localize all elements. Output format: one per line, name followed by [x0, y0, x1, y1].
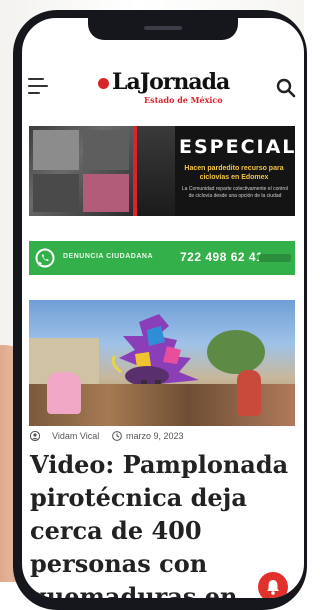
special-banner[interactable]: ESPECIAL Hacen pardedito recurso para ci…	[29, 126, 295, 216]
site-logo[interactable]: LaJornada Estado de México	[96, 68, 252, 108]
whatsapp-report-bar[interactable]: DENUNCIA CIUDADANA 722 498 62 41	[29, 241, 295, 275]
logo-text: LaJornada	[112, 69, 230, 95]
speaker-grille	[144, 26, 182, 30]
article-image[interactable]	[29, 300, 295, 426]
person-in-pink	[47, 372, 81, 414]
whatsapp-phone-number: 722 498 62 41	[180, 250, 264, 264]
banner-title: ESPECIAL	[179, 136, 295, 158]
article-headline[interactable]: Video: Pamplonada pirotécnica deja cerca…	[30, 448, 296, 598]
banner-headline: Hacen pardedito recurso para ciclovías e…	[184, 165, 284, 181]
site-header: LaJornada Estado de México	[22, 58, 304, 110]
phone-notch	[88, 18, 238, 40]
phone-screen: LaJornada Estado de México ESPECIAL Hace…	[22, 18, 304, 598]
hamburger-menu-icon[interactable]	[28, 76, 50, 94]
search-icon[interactable]	[276, 78, 296, 98]
bicycle-photo	[137, 126, 175, 216]
person-in-red	[237, 370, 261, 416]
banner-note: La Comunidad reparte colectivamente el c…	[181, 186, 289, 199]
whatsapp-icon	[35, 248, 55, 268]
whatsapp-label: DENUNCIA CIUDADANA	[63, 253, 154, 260]
article-date: marzo 9, 2023	[126, 431, 184, 441]
logo-subtitle: Estado de México	[144, 95, 223, 105]
banner-photo-collage	[29, 126, 133, 216]
article-meta: Vidam Vical marzo 9, 2023	[30, 430, 296, 446]
clock-icon	[112, 431, 122, 441]
article-author[interactable]: Vidam Vical	[52, 431, 99, 441]
whatsapp-tag	[259, 254, 291, 262]
bell-icon[interactable]	[258, 572, 288, 598]
user-icon	[30, 431, 40, 441]
logo-dot-icon	[98, 78, 109, 89]
